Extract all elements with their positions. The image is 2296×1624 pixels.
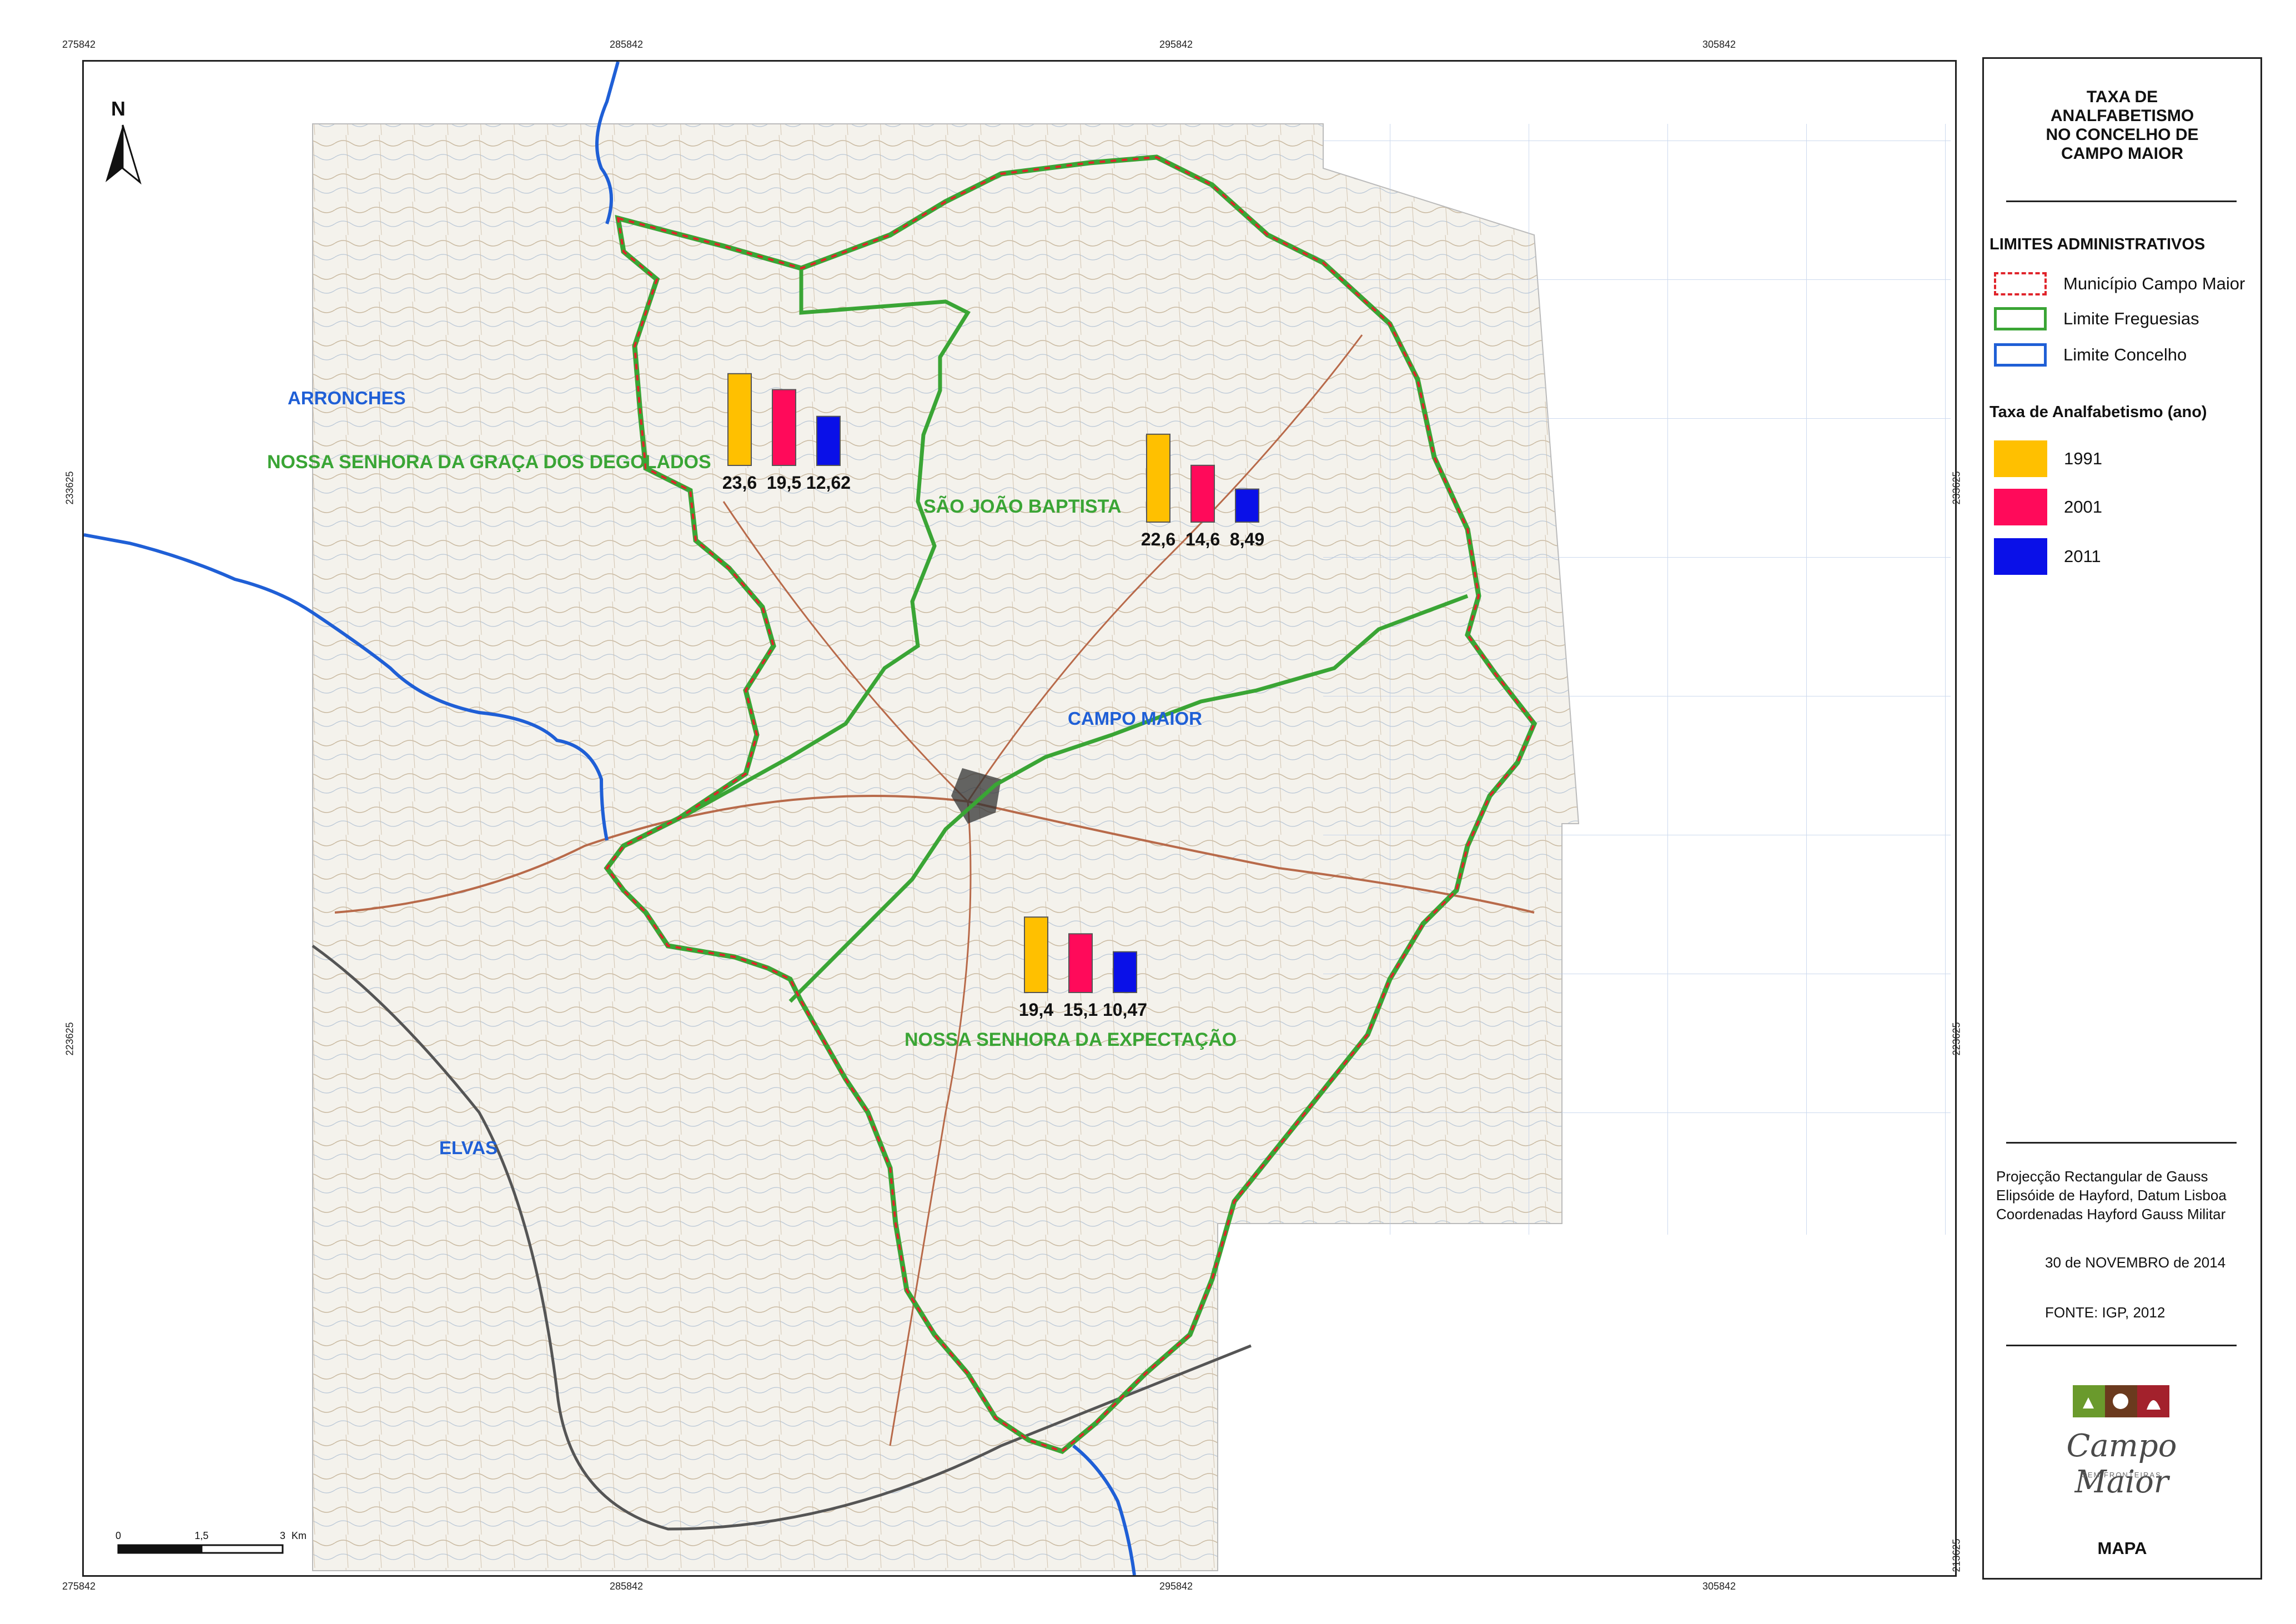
divider: [2006, 1345, 2237, 1346]
legend-label: Limite Concelho: [2063, 345, 2187, 364]
parish-label-expectacao: NOSSA SENHORA DA EXPECTAÇÃO: [905, 1029, 1237, 1050]
scale-label-0: 0: [115, 1530, 121, 1541]
limits-heading: LIMITES ADMINISTRATIVOS: [1989, 235, 2205, 253]
parish-label-sao-joao-baptista: SÃO JOÃO BAPTISTA: [923, 496, 1121, 517]
bar-value-label: 22,6: [1141, 529, 1175, 549]
coord-right-1: 233625: [1951, 471, 1962, 505]
legend-label: 1991: [2064, 449, 2102, 468]
logo-subtext: SEM FRONTEIRAS: [2082, 1471, 2162, 1479]
scale-bar: 0 1,5 3 Km: [115, 1530, 307, 1554]
legend-item-2011: 2011: [1994, 537, 2101, 576]
topographic-base-map: [312, 123, 1951, 1571]
divider: [2006, 201, 2237, 202]
campo-maior-logo: Campo Maior SEM FRONTEIRAS: [2049, 1375, 2194, 1503]
legend-title-line-4: CAMPO MAIOR: [2061, 144, 2183, 163]
place-label-elvas: ELVAS: [439, 1137, 498, 1158]
coord-left-1: 233625: [64, 471, 76, 505]
bar-value-label: 10,47: [1103, 1000, 1147, 1020]
map-frame[interactable]: 23,6 19,5 12,62 22,6 14,6 8,49 19,4 15,1 10,47 A…: [82, 60, 1957, 1577]
coord-bottom-2: 285842: [610, 1581, 644, 1592]
legend-panel: TAXA DE ANALFABETISMO NO CONCELHO DE CAM…: [1982, 57, 2262, 1580]
bar-value-label: 23,6: [722, 473, 757, 493]
legend-label: 2001: [2064, 497, 2102, 517]
coord-bottom-4: 305842: [1702, 1581, 1736, 1592]
bar-value-label: 14,6: [1185, 529, 1220, 549]
legend-title: TAXA DE ANALFABETISMO NO CONCELHO DE CAM…: [1984, 88, 2260, 163]
bar-2-1991: [1024, 916, 1048, 993]
pink-swatch: [1994, 489, 2047, 525]
legend-label: 2011: [2064, 547, 2101, 566]
bar-value-label: 15,1: [1063, 1000, 1098, 1020]
legend-item-municipio: Município Campo Maior: [1994, 270, 2245, 298]
legend-title-line-3: NO CONCELHO DE: [2046, 126, 2199, 144]
coord-top-3: 295842: [1159, 39, 1193, 50]
coord-right-2: 223625: [1951, 1022, 1962, 1056]
map-source: FONTE: IGP, 2012: [2045, 1304, 2166, 1321]
green-line-swatch: [1994, 307, 2047, 330]
footer-label: MAPA: [2097, 1538, 2147, 1558]
dashed-red-swatch: [1994, 272, 2047, 295]
legend-title-line-2: ANALFABETISMO: [2050, 107, 2194, 125]
coord-top-2: 285842: [610, 39, 644, 50]
legend-label: Limite Freguesias: [2063, 309, 2199, 328]
bar-0-2011: [816, 415, 841, 466]
scale-label-end: 3: [280, 1530, 285, 1541]
bar-2-2001: [1068, 933, 1093, 994]
scale-unit: Km: [292, 1530, 307, 1541]
bar-2-2011: [1113, 951, 1137, 993]
parish-label-graca-degolados: NOSSA SENHORA DA GRAÇA DOS DEGOLADOS: [267, 452, 711, 473]
bar-value-label: 19,4: [1019, 1000, 1053, 1020]
projection-line-2: Elipsóide de Hayford, Datum Lisboa: [1996, 1187, 2227, 1204]
legend-item-2001: 2001: [1994, 488, 2102, 527]
projection-line-1: Projecção Rectangular de Gauss: [1996, 1168, 2208, 1185]
bar-0-2001: [772, 389, 796, 466]
coord-left-2: 223625: [64, 1022, 76, 1056]
bar-1-2011: [1235, 488, 1259, 523]
north-arrow-icon: [105, 125, 123, 182]
place-label-campo-maior: CAMPO MAIOR: [1068, 708, 1202, 729]
bar-1-1991: [1146, 433, 1170, 523]
coord-right-3: 213625: [1951, 1538, 1962, 1572]
bar-value-label: 8,49: [1230, 529, 1264, 549]
bar-1-2001: [1190, 464, 1215, 523]
bar-value-label: 19,5: [767, 473, 801, 493]
yellow-swatch: [1994, 440, 2047, 477]
logo-text: Campo Maior: [2066, 1428, 2177, 1500]
projection-line-3: Coordenadas Hayford Gauss Militar: [1996, 1206, 2226, 1222]
map-canvas[interactable]: 23,6 19,5 12,62 22,6 14,6 8,49 19,4 15,1 10,47 A…: [84, 62, 1955, 1575]
rate-heading: Taxa de Analfabetismo (ano): [1989, 403, 2207, 421]
divider: [2006, 1142, 2237, 1144]
legend-item-concelho: Limite Concelho: [1994, 341, 2187, 369]
map-date: 30 de NOVEMBRO de 2014: [2045, 1254, 2226, 1271]
coord-bottom-3: 295842: [1159, 1581, 1193, 1592]
north-label: N: [111, 97, 125, 120]
projection-notes: Projecção Rectangular de Gauss Elipsóide…: [1996, 1167, 2227, 1224]
legend-label: Município Campo Maior: [2063, 274, 2245, 293]
legend-title-line-1: TAXA DE: [2086, 88, 2158, 106]
blue-swatch: [1994, 538, 2047, 575]
bar-0-1991: [727, 373, 752, 466]
place-label-arronches: ARRONCHES: [288, 388, 406, 408]
legend-item-1991: 1991: [1994, 439, 2102, 478]
bar-value-label: 12,62: [806, 473, 851, 493]
coord-top-1: 275842: [62, 39, 96, 50]
coord-top-4: 305842: [1702, 39, 1736, 50]
north-arrow: N: [105, 97, 142, 185]
scale-label-mid: 1,5: [194, 1530, 208, 1541]
legend-item-freguesias: Limite Freguesias: [1994, 305, 2199, 333]
blue-line-swatch: [1994, 343, 2047, 367]
coord-bottom-1: 275842: [62, 1581, 96, 1592]
